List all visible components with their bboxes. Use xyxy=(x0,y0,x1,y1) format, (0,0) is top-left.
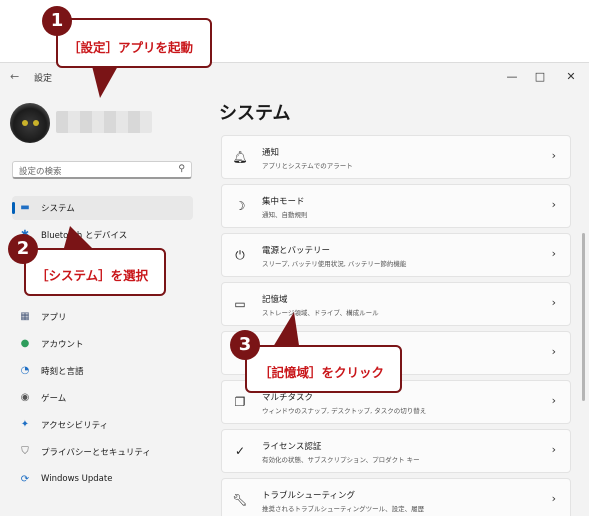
callout-2-pointer xyxy=(64,226,92,248)
callout-2-badge: 2 xyxy=(8,234,38,264)
callout-3-badge: 3 xyxy=(230,330,260,360)
callout-3-text: ［記憶域］をクリック xyxy=(259,365,385,380)
callout-1: ［設定］アプリを起動 xyxy=(56,18,212,68)
callout-1-pointer xyxy=(92,66,118,98)
callout-3: ［記憶域］をクリック xyxy=(245,345,402,393)
callout-1-badge: 1 xyxy=(42,6,72,36)
callout-2: ［システム］を選択 xyxy=(24,248,166,296)
callout-2-text: ［システム］を選択 xyxy=(36,268,149,283)
callout-1-text: ［設定］アプリを起動 xyxy=(68,40,194,55)
